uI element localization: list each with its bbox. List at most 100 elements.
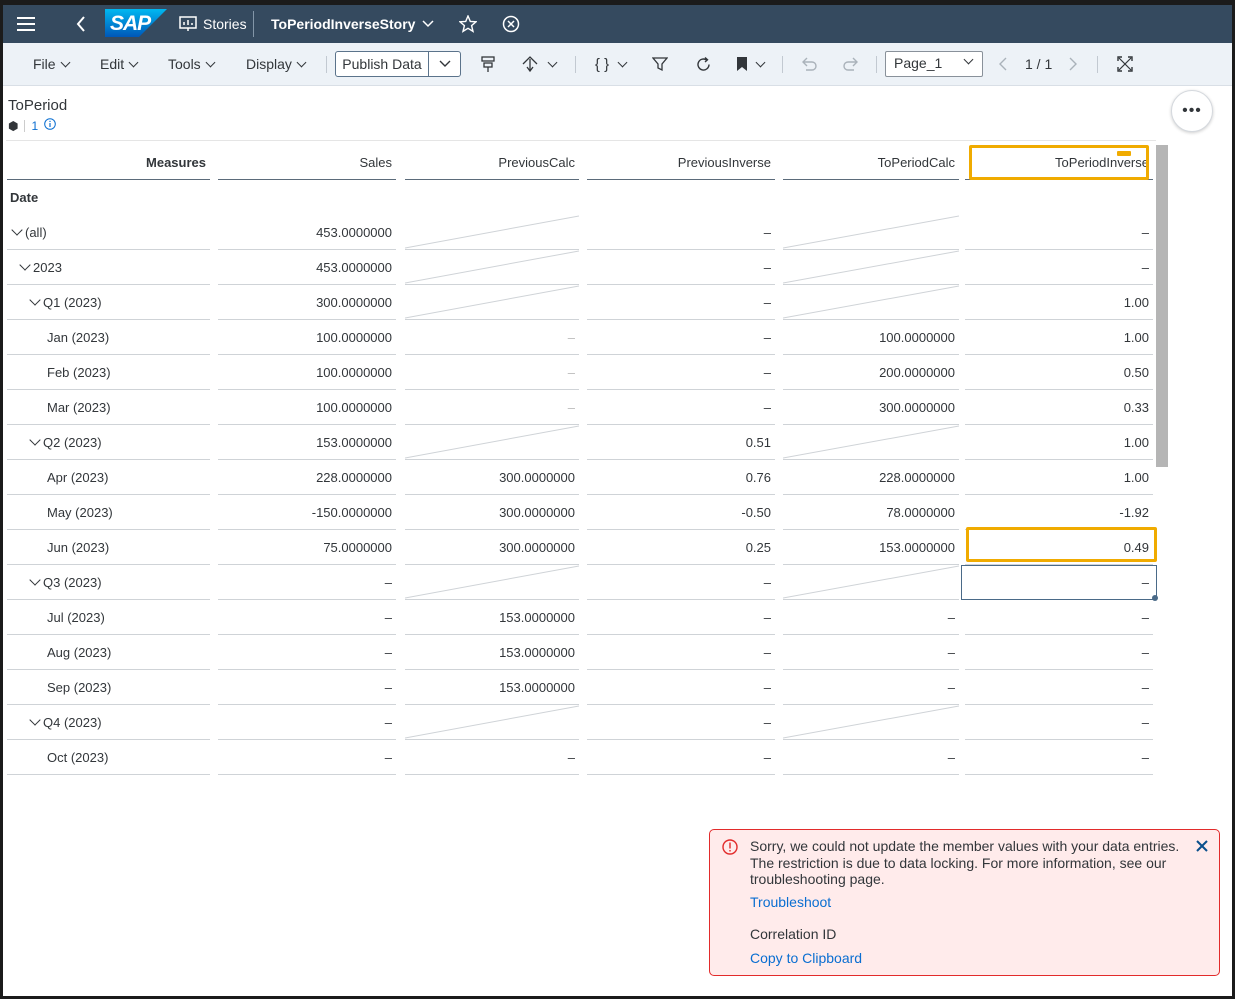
table-cell[interactable]: – [587,670,775,705]
expand-chevron-icon[interactable] [29,714,41,726]
table-cell[interactable]: 1.00 [965,320,1153,355]
table-cell[interactable]: 228.0000000 [783,460,959,495]
date-dimension-header[interactable]: Date [7,180,210,215]
tools-menu[interactable]: Tools [168,43,216,85]
row-header[interactable]: 2023 [7,250,210,285]
table-cell[interactable]: 300.0000000 [405,495,579,530]
table-cell[interactable]: – [218,600,396,635]
table-cell[interactable]: 0.51 [587,425,775,460]
table-cell[interactable]: 153.0000000 [783,530,959,565]
table-cell[interactable]: 100.0000000 [218,320,396,355]
vertical-scrollbar[interactable] [1156,145,1168,467]
story-name[interactable]: ToPeriodInverseStory [271,5,415,43]
table-cell[interactable]: – [965,215,1153,250]
row-header[interactable]: Jun (2023) [7,530,210,565]
table-cell[interactable]: – [965,740,1153,775]
table-cell[interactable]: -0.50 [587,495,775,530]
empty-cell-slash[interactable] [783,705,959,740]
table-cell[interactable]: 100.0000000 [783,320,959,355]
empty-cell-slash[interactable] [783,215,959,250]
measures-header[interactable]: Measures [7,145,210,180]
table-cell[interactable]: 0.25 [587,530,775,565]
chevron-down-icon[interactable] [429,52,460,76]
table-cell[interactable]: – [783,670,959,705]
row-header[interactable]: (all) [7,215,210,250]
expand-chevron-icon[interactable] [11,224,23,236]
table-cell[interactable]: – [587,285,775,320]
row-header[interactable]: Apr (2023) [7,460,210,495]
table-cell[interactable]: 0.33 [965,390,1153,425]
pin-icon[interactable] [477,51,499,77]
row-header[interactable]: Q2 (2023) [7,425,210,460]
expand-chevron-icon[interactable] [19,259,31,271]
page-select[interactable]: Page_1 [885,51,983,77]
empty-cell-slash[interactable] [405,425,579,460]
display-menu[interactable]: Display [246,43,307,85]
table-cell[interactable]: – [965,705,1153,740]
edit-menu[interactable]: Edit [100,43,139,85]
row-header[interactable]: Q1 (2023) [7,285,210,320]
table-cell[interactable]: 228.0000000 [218,460,396,495]
table-cell[interactable]: 1.00 [965,460,1153,495]
table-cell[interactable]: – [587,320,775,355]
undo-icon[interactable] [799,51,819,77]
empty-cell-slash[interactable] [783,285,959,320]
table-cell[interactable]: – [587,600,775,635]
column-header[interactable]: PreviousCalc [405,145,579,180]
star-icon[interactable] [457,5,479,43]
table-cell[interactable]: – [965,670,1153,705]
table-cell[interactable]: – [218,705,396,740]
table-cell[interactable]: – [218,740,396,775]
table-cell[interactable]: 153.0000000 [405,635,579,670]
selection-handle[interactable] [1152,595,1158,601]
meta-count[interactable]: 1 [31,119,38,133]
table-cell[interactable]: – [783,600,959,635]
table-cell[interactable]: 100.0000000 [218,355,396,390]
back-icon[interactable] [73,5,89,43]
table-cell[interactable]: 200.0000000 [783,355,959,390]
info-icon[interactable] [44,118,56,133]
table-cell[interactable]: 153.0000000 [218,425,396,460]
table-cell[interactable]: – [587,355,775,390]
table-cell[interactable]: 300.0000000 [405,530,579,565]
publish-data-button[interactable]: Publish Data [335,51,461,77]
troubleshoot-link[interactable]: Troubleshoot [750,894,831,910]
table-cell[interactable]: 78.0000000 [783,495,959,530]
table-cell[interactable]: – [405,355,579,390]
table-cell[interactable]: 75.0000000 [218,530,396,565]
table-cell[interactable]: – [405,740,579,775]
row-header[interactable]: Sep (2023) [7,670,210,705]
fullscreen-icon[interactable] [1115,51,1135,77]
chevron-down-icon[interactable] [421,5,435,43]
empty-cell-slash[interactable] [405,250,579,285]
row-header[interactable]: Mar (2023) [7,390,210,425]
table-cell[interactable]: -1.92 [965,495,1153,530]
table-cell[interactable]: 1.00 [965,425,1153,460]
table-cell[interactable]: 453.0000000 [218,250,396,285]
empty-cell-slash[interactable] [783,250,959,285]
file-menu[interactable]: File [33,43,71,85]
table-cell[interactable]: – [218,670,396,705]
table-cell[interactable]: – [405,390,579,425]
empty-cell-slash[interactable] [783,425,959,460]
table-cell[interactable]: – [965,250,1153,285]
table-cell[interactable]: 1.00 [965,285,1153,320]
table-cell[interactable]: 0.50 [965,355,1153,390]
table-cell[interactable]: 100.0000000 [218,390,396,425]
table-cell[interactable]: – [965,600,1153,635]
row-header[interactable]: Feb (2023) [7,355,210,390]
table-cell[interactable] [218,775,396,786]
more-icon[interactable]: ••• [1171,90,1213,132]
table-cell[interactable]: – [218,565,396,600]
table-cell[interactable]: – [587,215,775,250]
empty-cell-slash[interactable] [405,565,579,600]
table-cell[interactable]: 300.0000000 [783,390,959,425]
menu-icon[interactable] [15,5,37,43]
empty-cell-slash[interactable] [405,705,579,740]
close-circle-icon[interactable] [500,5,522,43]
table-cell[interactable]: 453.0000000 [218,215,396,250]
column-header[interactable]: ToPeriodCalc [783,145,959,180]
row-header[interactable]: Aug (2023) [7,635,210,670]
copy-to-clipboard-link[interactable]: Copy to Clipboard [750,950,862,966]
row-header[interactable]: Q4 (2023) [7,705,210,740]
